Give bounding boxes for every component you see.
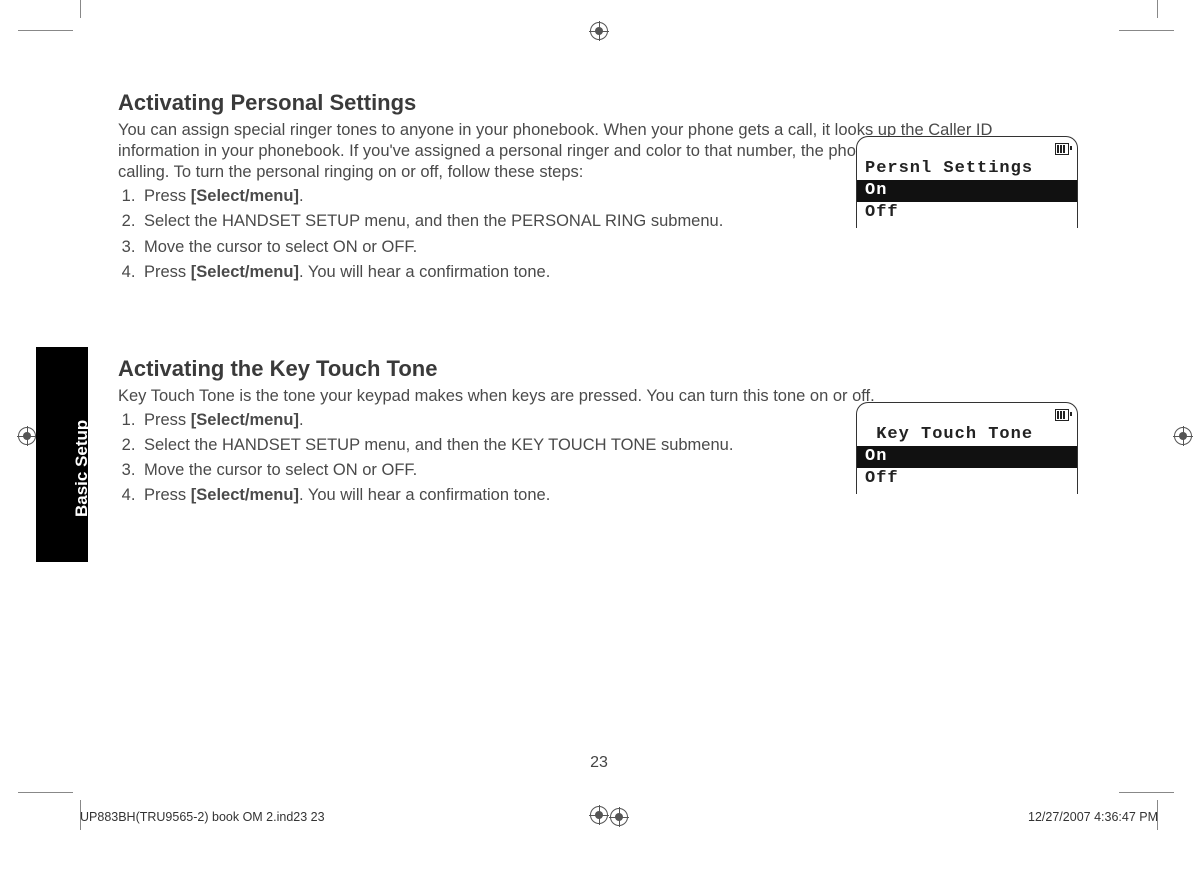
lcd-other-option: Off — [857, 202, 1077, 224]
step-item: Select the HANDSET SETUP menu, and then … — [140, 210, 800, 233]
lcd-selected-option: On — [857, 180, 1077, 202]
registration-mark-top — [590, 22, 608, 40]
registration-mark-left — [18, 427, 36, 445]
lcd-title: Persnl Settings — [857, 158, 1077, 180]
section-key-touch-tone: Activating the Key Touch Tone Key Touch … — [118, 356, 1078, 507]
step-item: Select the HANDSET SETUP menu, and then … — [140, 434, 800, 457]
footer-left: UP883BH(TRU9565-2) book OM 2.ind23 23 — [80, 810, 325, 824]
step-item: Press [Select/menu]. You will hear a con… — [140, 484, 800, 507]
print-footer: UP883BH(TRU9565-2) book OM 2.ind23 23 12… — [80, 810, 1158, 824]
steps-key-touch-tone: Press [Select/menu]. Select the HANDSET … — [140, 409, 800, 507]
step-item: Press [Select/menu]. — [140, 185, 800, 208]
registration-mark-right — [1174, 427, 1192, 445]
heading-personal-settings: Activating Personal Settings — [118, 90, 1078, 116]
lcd-personal-settings: Persnl Settings On Off — [856, 136, 1078, 228]
chapter-tab-label: Basic Setup — [72, 420, 92, 517]
registration-mark-footer — [610, 808, 628, 826]
lcd-selected-option: On — [857, 446, 1077, 468]
battery-icon — [857, 141, 1077, 158]
section-personal-settings: Activating Personal Settings You can ass… — [118, 90, 1078, 284]
step-item: Press [Select/menu]. — [140, 409, 800, 432]
heading-key-touch-tone: Activating the Key Touch Tone — [118, 356, 1078, 382]
steps-personal-settings: Press [Select/menu]. Select the HANDSET … — [140, 185, 800, 283]
lcd-title: Key Touch Tone — [857, 424, 1077, 446]
battery-icon — [857, 407, 1077, 424]
footer-right: 12/27/2007 4:36:47 PM — [1028, 810, 1158, 824]
step-item: Move the cursor to select ON or OFF. — [140, 459, 800, 482]
step-item: Move the cursor to select ON or OFF. — [140, 236, 800, 259]
step-item: Press [Select/menu]. You will hear a con… — [140, 261, 800, 284]
lcd-key-touch-tone: Key Touch Tone On Off — [856, 402, 1078, 494]
page-number: 23 — [0, 754, 1198, 772]
lcd-other-option: Off — [857, 468, 1077, 490]
chapter-tab: Basic Setup — [36, 347, 88, 562]
